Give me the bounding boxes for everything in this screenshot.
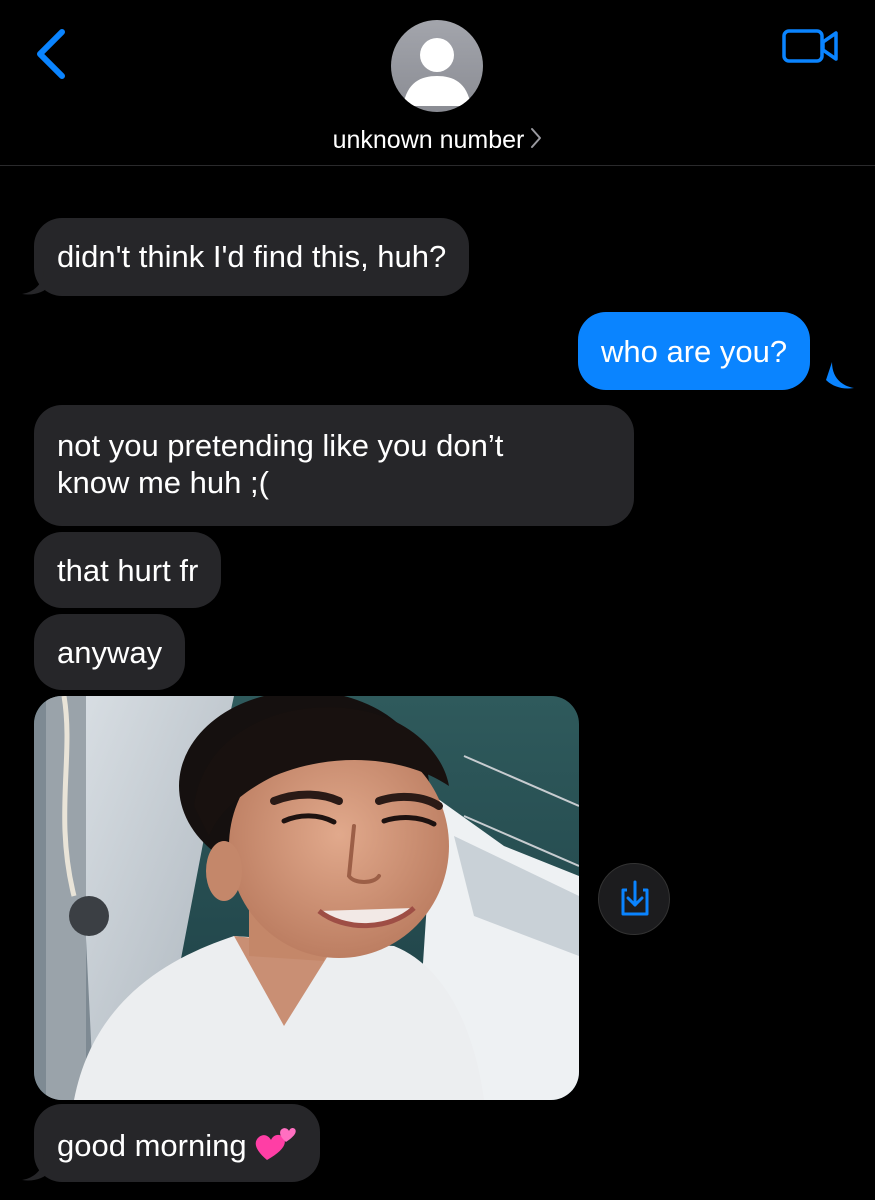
outgoing-message-bubble[interactable]: who are you? [578, 312, 811, 390]
chevron-left-icon [37, 29, 65, 79]
incoming-message-bubble[interactable]: didn't think I'd find this, huh? [34, 218, 470, 296]
person-placeholder-icon [403, 38, 471, 106]
video-camera-icon [782, 29, 838, 63]
facetime-video-button[interactable] [780, 25, 842, 67]
two-hearts-icon [255, 1127, 296, 1160]
message-text: who are you? [601, 334, 788, 369]
back-button[interactable] [30, 24, 74, 84]
photo-attachment[interactable] [34, 696, 579, 1100]
save-to-photos-icon [621, 880, 649, 916]
chevron-right-icon [531, 127, 542, 148]
message-text: good morning [57, 1128, 247, 1164]
incoming-message-bubble[interactable]: anyway [34, 614, 186, 690]
save-photo-button[interactable] [598, 863, 670, 935]
bubble-tail [22, 1154, 50, 1181]
conversation-header: unknown number [0, 0, 875, 166]
message-text-line: know me huh ;( [57, 465, 269, 500]
selfie-photo [34, 696, 579, 1100]
message-text: anyway [57, 635, 163, 670]
contact-avatar[interactable] [391, 20, 483, 112]
bubble-tail [826, 362, 854, 389]
incoming-message-bubble[interactable]: not you pretending like you don’t know m… [34, 405, 634, 526]
contact-name: unknown number [332, 126, 525, 154]
incoming-message-bubble[interactable]: that hurt fr [34, 532, 222, 608]
contact-name-button[interactable]: unknown number [0, 126, 875, 156]
incoming-message-bubble[interactable]: good morning [34, 1104, 320, 1182]
message-text: that hurt fr [57, 553, 199, 588]
message-text-line: not you pretending like you don’t [57, 428, 504, 463]
message-text: didn't think I'd find this, huh? [57, 239, 447, 274]
bubble-tail [22, 268, 50, 295]
